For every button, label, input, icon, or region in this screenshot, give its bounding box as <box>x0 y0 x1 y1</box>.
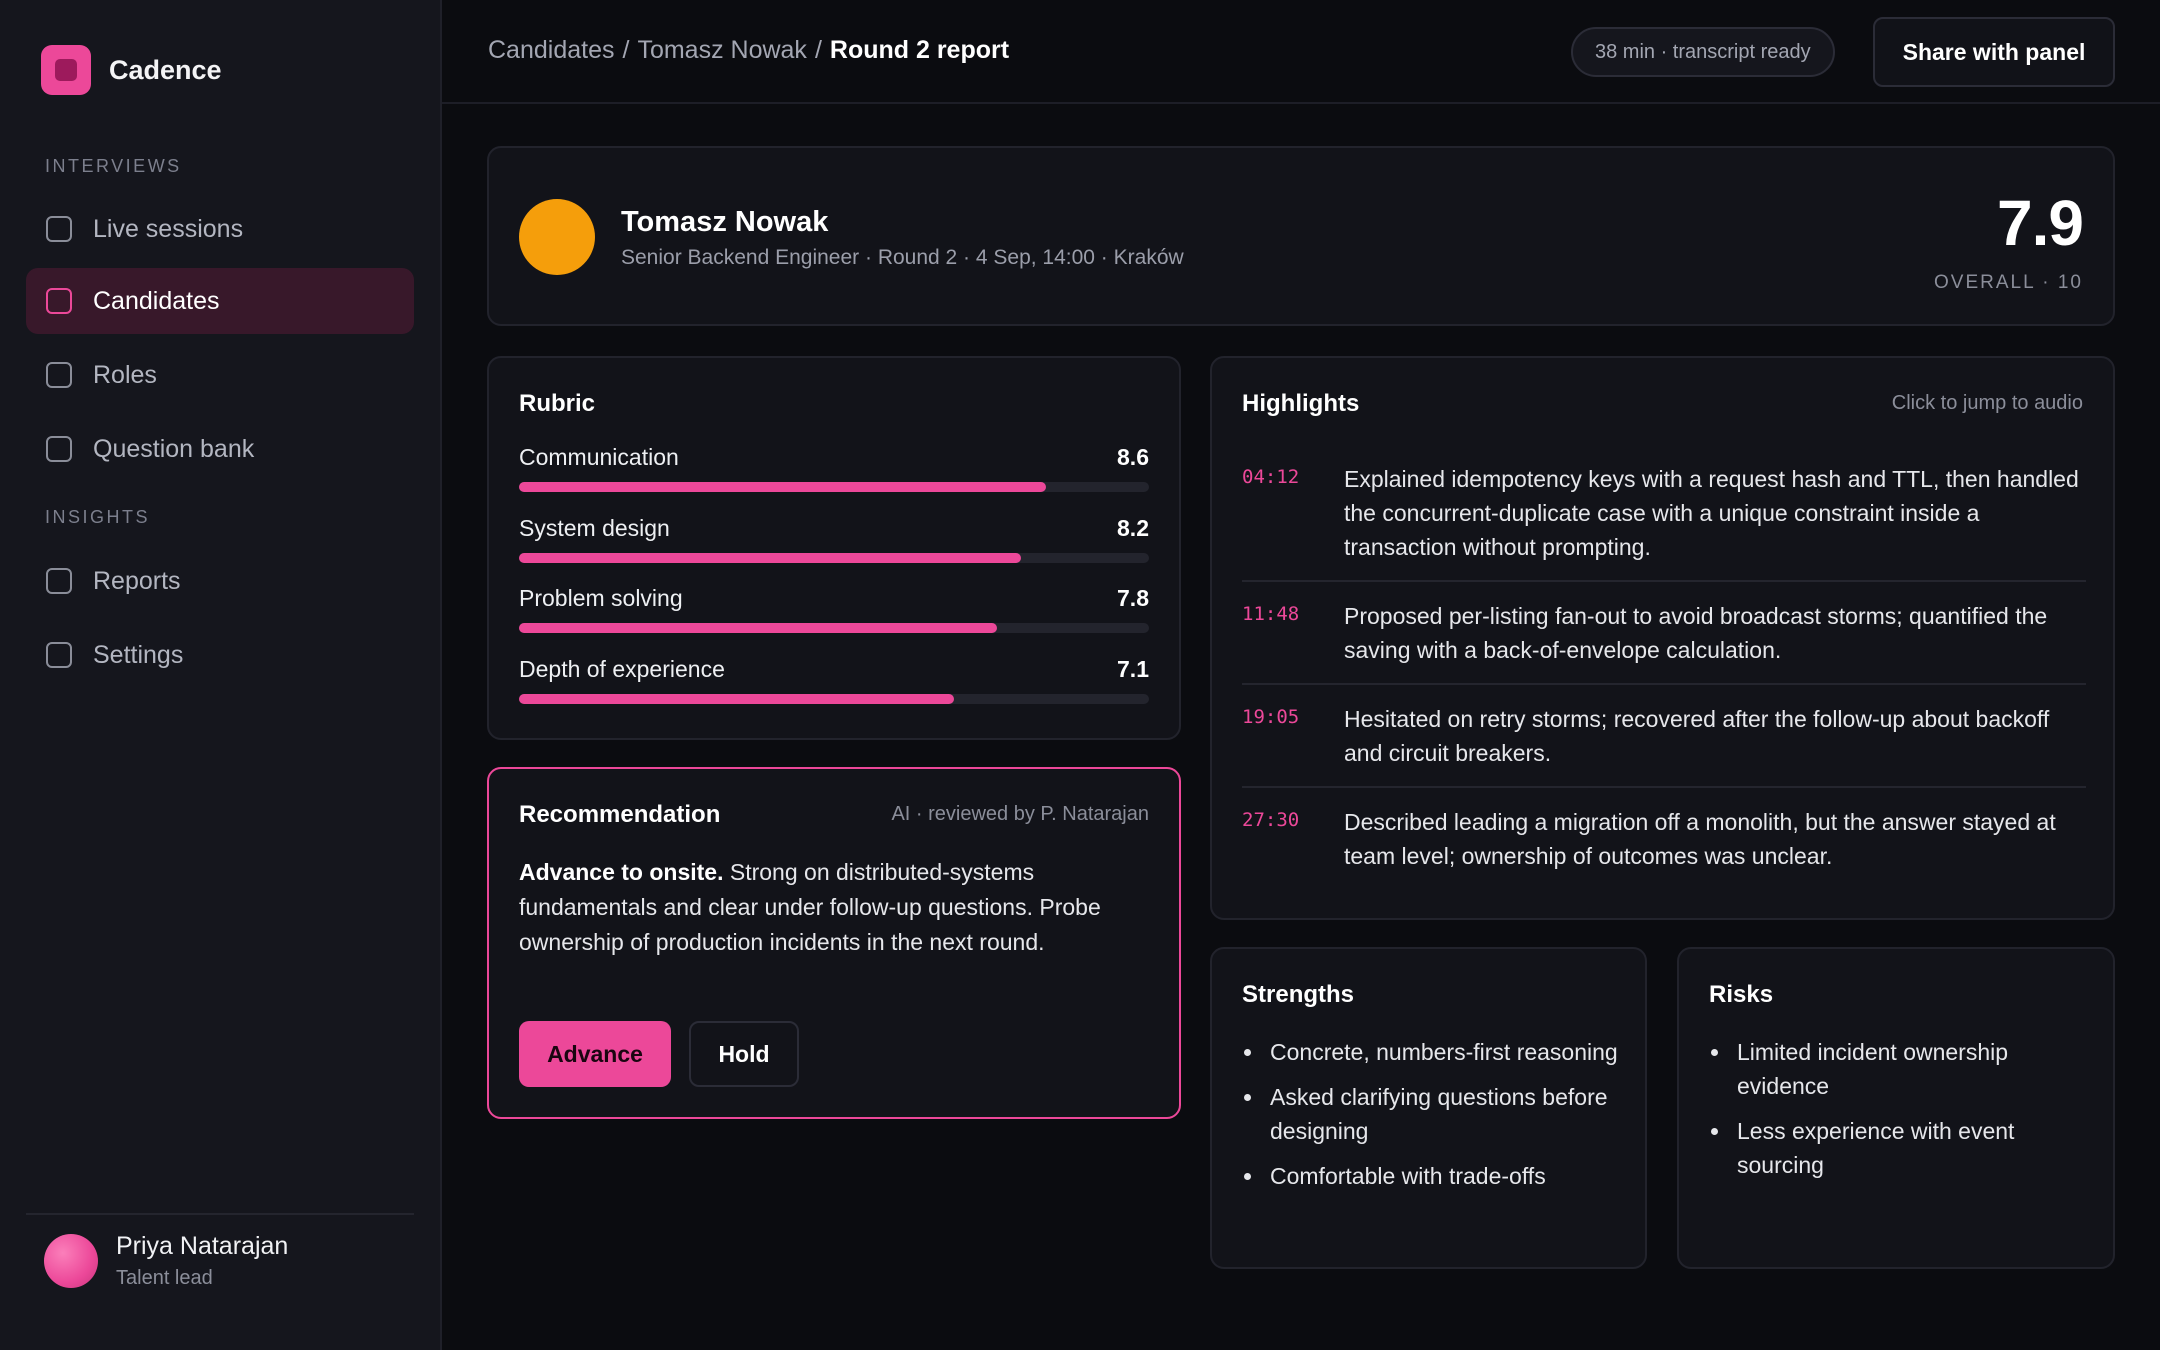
brand[interactable]: Cadence <box>41 45 222 95</box>
hold-button[interactable]: Hold <box>689 1021 799 1087</box>
recommendation-meta: AI · reviewed by P. Natarajan <box>891 803 1149 825</box>
candidate-name: Tomasz Nowak <box>621 206 829 238</box>
user-profile[interactable]: Priya Natarajan Talent lead <box>44 1232 288 1290</box>
highlight-timestamp[interactable]: 11:48 <box>1242 603 1299 625</box>
rubric-bar-fill <box>519 553 1022 563</box>
user-name: Priya Natarajan <box>116 1232 289 1260</box>
list-item: Asked clarifying questions before design… <box>1242 1080 1622 1148</box>
main-content: Candidates / Tomasz Nowak / Round 2 report 3… <box>442 0 2160 1350</box>
sidebar-item-label: Candidates <box>93 286 220 315</box>
sidebar-item-label: Reports <box>93 566 181 595</box>
avatar <box>44 1234 98 1288</box>
status-badge: 38 min · transcript ready <box>1571 27 1835 77</box>
strengths-title: Strengths <box>1242 981 1355 1008</box>
sidebar-item-label: Settings <box>93 640 184 669</box>
square-icon <box>46 288 72 314</box>
square-icon <box>46 568 72 594</box>
highlights-hint: Click to jump to audio <box>1891 392 2083 414</box>
sidebar-item-label: Live sessions <box>93 214 244 243</box>
recommendation-body: Advance to onsite. Strong on distributed… <box>519 855 1139 960</box>
breadcrumb-separator: / <box>814 36 822 64</box>
topbar: Candidates / Tomasz Nowak / Round 2 report 3… <box>442 0 2160 104</box>
highlight-text: Explained idempotency keys with a reques… <box>1344 466 2079 560</box>
sidebar-item-label: Roles <box>93 360 157 389</box>
recommendation-title: Recommendation <box>519 801 721 828</box>
rubric-bar-track <box>519 482 1149 492</box>
sidebar-item-roles[interactable]: Roles <box>26 342 414 408</box>
breadcrumb-separator: / <box>622 36 630 64</box>
list-item: Limited incident ownership evidence <box>1709 1035 2089 1103</box>
list-item: Concrete, numbers-first reasoning <box>1242 1035 1622 1069</box>
brand-logo-icon <box>41 45 91 95</box>
breadcrumb: Candidates / Tomasz Nowak / Round 2 report <box>488 36 1009 65</box>
rubric-card: Rubric Communication 8.6 System design 8… <box>487 356 1181 740</box>
highlight-divider <box>1242 683 2086 685</box>
rubric-bar-track <box>519 553 1149 563</box>
rubric-value: 8.6 <box>1117 444 1149 470</box>
highlight-text: Described leading a migration off a mono… <box>1344 809 2056 869</box>
recommendation-lead: Advance to onsite. <box>519 859 724 885</box>
breadcrumb-candidates[interactable]: Candidates <box>488 36 614 64</box>
risks-card: Risks Limited incident ownership evidenc… <box>1677 947 2115 1269</box>
risks-title: Risks <box>1709 981 1774 1008</box>
strengths-card: Strengths Concrete, numbers-first reason… <box>1210 947 1647 1269</box>
square-icon <box>46 216 72 242</box>
strengths-list: Concrete, numbers-first reasoning Asked … <box>1242 1035 1622 1204</box>
breadcrumb-current: Round 2 report <box>829 36 1010 64</box>
highlight-timestamp[interactable]: 19:05 <box>1242 706 1299 728</box>
square-icon <box>46 362 72 388</box>
square-icon <box>46 642 72 668</box>
sidebar: Cadence INTERVIEWS Live sessions Candida… <box>0 0 442 1350</box>
highlight-timestamp[interactable]: 27:30 <box>1242 809 1299 831</box>
square-icon <box>46 436 72 462</box>
overall-score: 7.9 <box>1997 187 2084 259</box>
sidebar-divider <box>26 1213 414 1215</box>
app-root: Cadence INTERVIEWS Live sessions Candida… <box>0 0 2160 1350</box>
list-item: Comfortable with trade-offs <box>1242 1159 1622 1193</box>
candidate-avatar <box>519 199 595 275</box>
sidebar-item-reports[interactable]: Reports <box>26 548 414 614</box>
brand-logo-mark <box>55 59 77 81</box>
highlight-text: Hesitated on retry storms; recovered aft… <box>1344 706 2050 766</box>
highlights-title: Highlights <box>1242 390 1360 417</box>
candidate-subtitle: Senior Backend Engineer · Round 2 · 4 Se… <box>621 246 1184 269</box>
highlight-divider <box>1242 580 2086 582</box>
overall-score-label: OVERALL · 10 <box>1934 272 2083 293</box>
brand-name: Cadence <box>109 54 222 85</box>
rubric-bar-fill <box>519 482 1046 492</box>
recommendation-card: Recommendation AI · reviewed by P. Natar… <box>487 767 1181 1119</box>
rubric-value: 7.8 <box>1117 585 1149 611</box>
sidebar-item-live-sessions[interactable]: Live sessions <box>26 196 414 262</box>
highlight-divider <box>1242 786 2086 788</box>
rubric-bar-fill <box>519 694 954 704</box>
sidebar-item-label: Question bank <box>93 434 255 463</box>
share-with-panel-button[interactable]: Share with panel <box>1873 17 2115 87</box>
advance-button[interactable]: Advance <box>519 1021 671 1087</box>
rubric-bar-fill <box>519 623 997 633</box>
section-label-interviews: INTERVIEWS <box>45 156 182 176</box>
sidebar-item-question-bank[interactable]: Question bank <box>26 416 414 482</box>
highlight-text: Proposed per-listing fan-out to avoid br… <box>1344 603 2048 663</box>
risks-list: Limited incident ownership evidence Less… <box>1709 1035 2089 1193</box>
rubric-label: Depth of experience <box>519 656 725 682</box>
user-text: Priya Natarajan Talent lead <box>116 1232 288 1290</box>
rubric-label: Communication <box>519 444 679 470</box>
sidebar-item-candidates[interactable]: Candidates <box>26 268 414 334</box>
highlights-card: Highlights Click to jump to audio 04:12 … <box>1210 356 2115 920</box>
rubric-label: System design <box>519 515 670 541</box>
rubric-title: Rubric <box>519 390 596 417</box>
breadcrumb-candidate[interactable]: Tomasz Nowak <box>637 36 807 64</box>
candidate-summary-card: Tomasz Nowak Senior Backend Engineer · R… <box>487 146 2115 326</box>
rubric-label: Problem solving <box>519 585 683 611</box>
list-item: Less experience with event sourcing <box>1709 1114 2089 1182</box>
sidebar-item-settings[interactable]: Settings <box>26 622 414 688</box>
rubric-bar-track <box>519 623 1149 633</box>
user-role: Talent lead <box>116 1267 213 1289</box>
rubric-value: 7.1 <box>1117 656 1149 682</box>
section-label-insights: INSIGHTS <box>45 507 151 527</box>
rubric-value: 8.2 <box>1117 515 1149 541</box>
rubric-bar-track <box>519 694 1149 704</box>
highlight-timestamp[interactable]: 04:12 <box>1242 466 1299 488</box>
